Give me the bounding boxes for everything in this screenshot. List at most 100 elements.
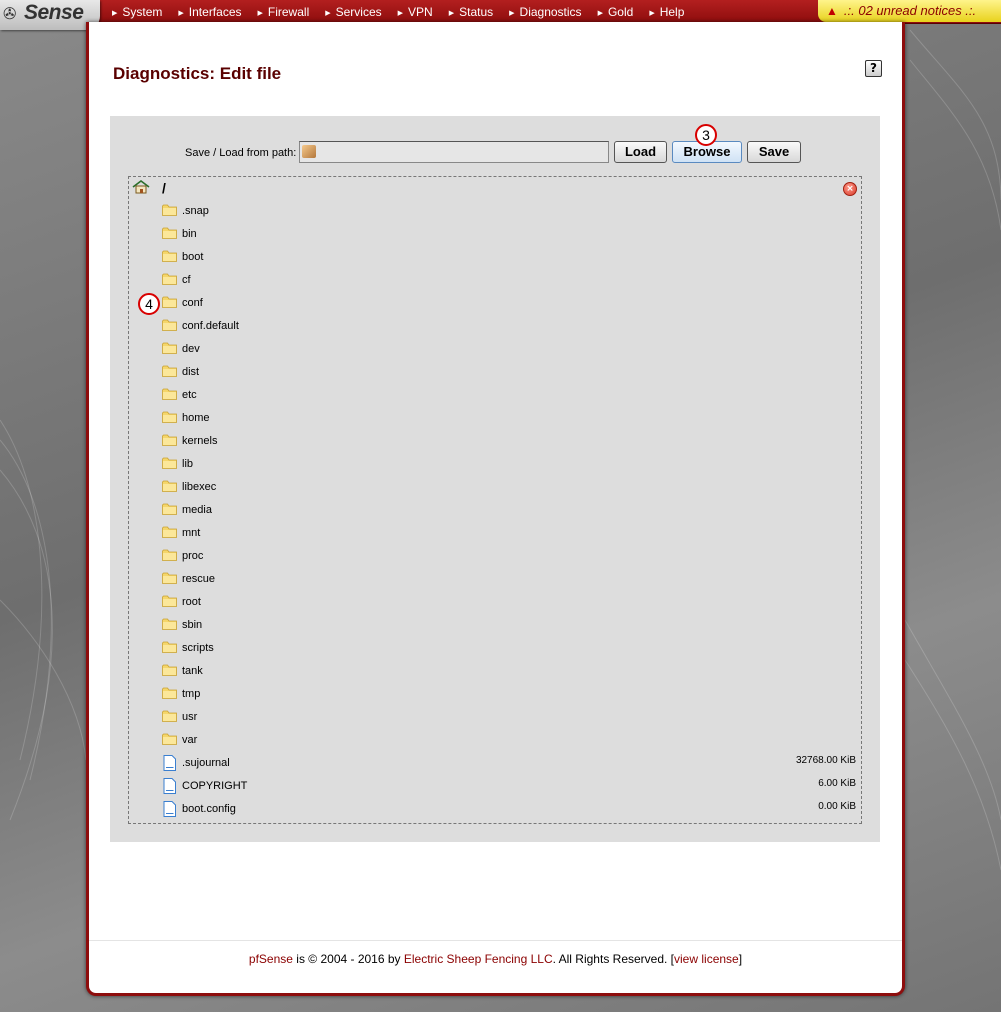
menu-item-label: Interfaces xyxy=(188,5,242,19)
folder-row[interactable]: usr xyxy=(162,707,858,727)
folder-icon xyxy=(162,709,177,723)
folder-name[interactable]: tmp xyxy=(182,688,200,700)
folder-row[interactable]: conf xyxy=(162,293,858,313)
folder-row[interactable]: conf.default xyxy=(162,316,858,336)
folder-row[interactable]: tank xyxy=(162,661,858,681)
menu-arrow-icon: ▶ xyxy=(649,10,655,17)
folder-name[interactable]: lib xyxy=(182,458,193,470)
folder-row[interactable]: scripts xyxy=(162,638,858,658)
folder-icon xyxy=(162,364,177,378)
folder-icon xyxy=(162,249,177,263)
pfsense-logo[interactable]: ✇ Sense xyxy=(0,0,100,30)
file-name[interactable]: .sujournal xyxy=(182,757,230,769)
file-name[interactable]: COPYRIGHT xyxy=(182,780,247,792)
path-input[interactable] xyxy=(299,141,609,163)
folder-name[interactable]: mnt xyxy=(182,527,200,539)
folder-row[interactable]: .snap xyxy=(162,201,858,221)
menu-item-firewall[interactable]: ▶ Firewall xyxy=(258,0,326,24)
folder-name[interactable]: etc xyxy=(182,389,197,401)
folder-icon xyxy=(162,617,177,631)
file-row[interactable]: .sujournal 32768.00 KiB xyxy=(162,753,858,773)
menu-item-label: Gold xyxy=(607,5,634,19)
menu-item-label: Services xyxy=(335,5,382,19)
folder-name[interactable]: .snap xyxy=(182,205,209,217)
menu-item-status[interactable]: ▶ Status xyxy=(449,0,509,24)
folder-name[interactable]: cf xyxy=(182,274,191,286)
menu-item-help[interactable]: ▶ Help xyxy=(649,0,700,24)
folder-name[interactable]: scripts xyxy=(182,642,214,654)
file-name[interactable]: boot.config xyxy=(182,803,236,815)
folder-row[interactable]: lib xyxy=(162,454,858,474)
menu-item-label: System xyxy=(122,5,163,19)
folder-row[interactable]: dist xyxy=(162,362,858,382)
step-marker-4: 4 xyxy=(138,293,160,315)
folder-row[interactable]: kernels xyxy=(162,431,858,451)
view-license-link[interactable]: view license xyxy=(674,952,739,966)
folder-name[interactable]: dist xyxy=(182,366,199,378)
file-row[interactable]: COPYRIGHT 6.00 KiB xyxy=(162,776,858,796)
menu-item-services[interactable]: ▶ Services xyxy=(325,0,397,24)
folder-row[interactable]: proc xyxy=(162,546,858,566)
folder-row[interactable]: media xyxy=(162,500,858,520)
folder-icon xyxy=(162,548,177,562)
main-menu: ▶ System ▶ Interfaces ▶ Firewall ▶ Services ▶ VPN… xyxy=(112,0,700,24)
menu-arrow-icon: ▶ xyxy=(178,10,184,17)
footer-brand-link[interactable]: pfSense xyxy=(249,952,293,966)
folder-row[interactable]: tmp xyxy=(162,684,858,704)
save-button[interactable]: Save xyxy=(747,141,801,163)
folder-row[interactable]: boot xyxy=(162,247,858,267)
folder-name[interactable]: conf.default xyxy=(182,320,239,332)
menu-item-diagnostics[interactable]: ▶ Diagnostics xyxy=(509,0,597,24)
folder-name[interactable]: proc xyxy=(182,550,203,562)
folder-name[interactable]: libexec xyxy=(182,481,216,493)
folder-name[interactable]: media xyxy=(182,504,212,516)
close-icon[interactable]: × xyxy=(843,182,857,196)
load-button[interactable]: Load xyxy=(614,141,667,163)
folder-name[interactable]: kernels xyxy=(182,435,217,447)
file-icon xyxy=(162,778,177,794)
menu-item-vpn[interactable]: ▶ VPN xyxy=(398,0,449,24)
folder-icon xyxy=(162,203,177,217)
menu-item-gold[interactable]: ▶ Gold xyxy=(598,0,650,24)
folder-row[interactable]: home xyxy=(162,408,858,428)
file-size: 6.00 KiB xyxy=(818,778,856,789)
folder-row[interactable]: var xyxy=(162,730,858,750)
folder-row[interactable]: bin xyxy=(162,224,858,244)
folder-name[interactable]: home xyxy=(182,412,210,424)
folder-name[interactable]: boot xyxy=(182,251,203,263)
folder-name[interactable]: dev xyxy=(182,343,200,355)
notices-banner[interactable]: ▲ .:. 02 unread notices .:. xyxy=(818,0,1001,22)
folder-row[interactable]: sbin xyxy=(162,615,858,635)
folder-row[interactable]: rescue xyxy=(162,569,858,589)
folder-name[interactable]: bin xyxy=(182,228,197,240)
folder-name[interactable]: root xyxy=(182,596,201,608)
menu-item-system[interactable]: ▶ System xyxy=(112,0,178,24)
folder-name[interactable]: tank xyxy=(182,665,203,677)
footer: pfSense is © 2004 - 2016 by Electric She… xyxy=(89,952,902,966)
folder-icon xyxy=(162,433,177,447)
footer-company-link[interactable]: Electric Sheep Fencing LLC xyxy=(404,952,553,966)
file-size: 32768.00 KiB xyxy=(795,755,856,766)
folder-row[interactable]: libexec xyxy=(162,477,858,497)
folder-name[interactable]: var xyxy=(182,734,197,746)
folder-icon xyxy=(162,686,177,700)
folder-name[interactable]: usr xyxy=(182,711,197,723)
home-icon[interactable] xyxy=(132,180,150,194)
help-icon[interactable]: ? xyxy=(865,60,882,77)
folder-name[interactable]: rescue xyxy=(182,573,215,585)
folder-row[interactable]: root xyxy=(162,592,858,612)
folder-name[interactable]: conf xyxy=(182,297,203,309)
menu-item-interfaces[interactable]: ▶ Interfaces xyxy=(178,0,257,24)
folder-row[interactable]: cf xyxy=(162,270,858,290)
menu-arrow-icon: ▶ xyxy=(448,10,455,17)
file-row[interactable]: boot.config 0.00 KiB xyxy=(162,799,858,819)
folder-name[interactable]: sbin xyxy=(182,619,202,631)
folder-row[interactable]: dev xyxy=(162,339,858,359)
folder-icon xyxy=(162,640,177,654)
footer-text-mid: is © 2004 - 2016 by xyxy=(292,952,404,966)
menu-arrow-icon: ▶ xyxy=(325,10,331,17)
folder-row[interactable]: etc xyxy=(162,385,858,405)
file-icon xyxy=(162,801,177,817)
folder-row[interactable]: mnt xyxy=(162,523,858,543)
menu-item-label: Help xyxy=(659,5,685,19)
